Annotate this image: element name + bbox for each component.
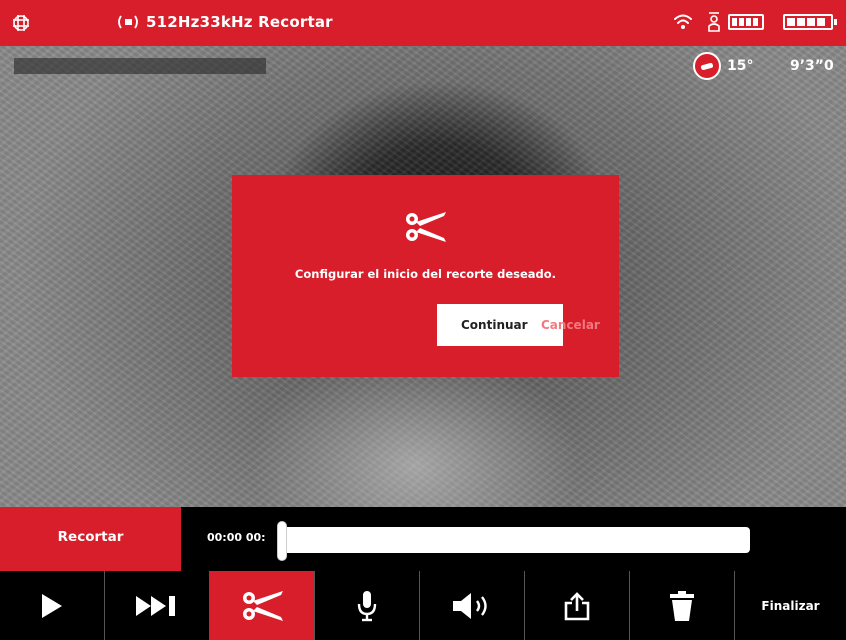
dialog-message: Configurar el inicio del recorte deseado… bbox=[294, 267, 557, 281]
delete-button[interactable] bbox=[630, 571, 735, 640]
trim-button[interactable] bbox=[210, 571, 315, 640]
microphone-button[interactable] bbox=[315, 571, 420, 640]
person-icon bbox=[708, 12, 720, 32]
mode-indicator: 512Hz33kHz Recortar bbox=[116, 12, 333, 32]
mode-title: 512Hz33kHz Recortar bbox=[146, 13, 333, 31]
play-icon bbox=[42, 593, 62, 618]
trash-icon bbox=[670, 590, 694, 621]
tilt-value: 15° bbox=[727, 58, 754, 74]
distance-value: 9’3”0 bbox=[790, 58, 834, 74]
info-strip bbox=[14, 58, 266, 74]
trim-bar: Recortar 00:00 00: bbox=[0, 507, 846, 571]
battery-icon bbox=[728, 14, 764, 30]
finish-label: Finalizar bbox=[761, 598, 820, 613]
skip-forward-icon bbox=[136, 595, 175, 616]
cancel-button[interactable]: Cancelar bbox=[541, 304, 600, 346]
timeline-handle[interactable] bbox=[277, 521, 287, 561]
grid-icon[interactable] bbox=[10, 12, 32, 34]
microphone-icon bbox=[357, 590, 377, 621]
scissors-icon bbox=[406, 212, 446, 242]
locator-icon bbox=[118, 15, 138, 29]
share-icon bbox=[564, 591, 590, 620]
tilt-icon bbox=[693, 52, 721, 80]
top-status-bar: 512Hz33kHz Recortar bbox=[0, 0, 846, 46]
trim-tab[interactable]: Recortar bbox=[0, 507, 181, 571]
finish-button[interactable]: Finalizar bbox=[735, 571, 846, 640]
volume-icon bbox=[453, 592, 487, 619]
skip-forward-button[interactable] bbox=[105, 571, 210, 640]
scissors-icon bbox=[243, 590, 283, 621]
battery-icon bbox=[783, 14, 837, 30]
trim-dialog: Configurar el inicio del recorte deseado… bbox=[232, 175, 619, 377]
control-bar: Finalizar bbox=[0, 571, 846, 640]
play-button[interactable] bbox=[0, 571, 105, 640]
time-label: 00:00 00: bbox=[207, 531, 266, 544]
volume-button[interactable] bbox=[420, 571, 525, 640]
share-button[interactable] bbox=[525, 571, 630, 640]
timeline-track[interactable] bbox=[278, 527, 750, 553]
wifi-icon bbox=[674, 14, 692, 29]
